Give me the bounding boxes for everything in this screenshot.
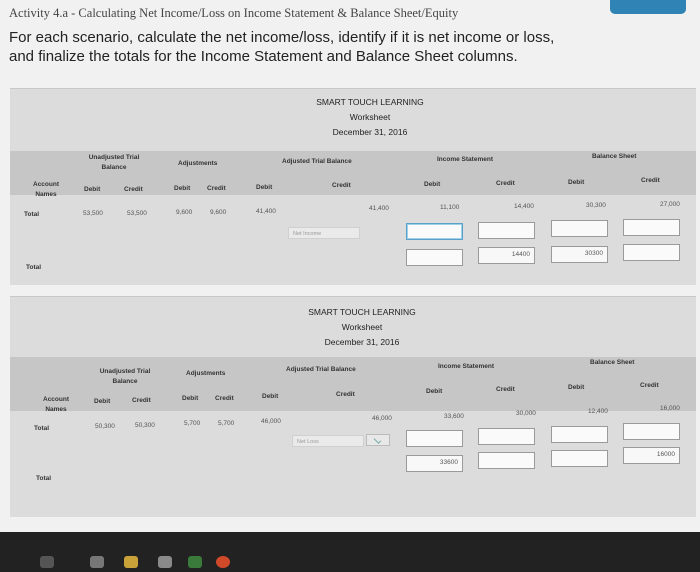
worksheet-date: December 31, 2016 bbox=[324, 337, 400, 347]
adj-credit-header: Credit bbox=[215, 395, 234, 402]
top-right-button[interactable] bbox=[610, 0, 686, 14]
is-credit-final-value: 14400 bbox=[511, 251, 530, 258]
net-select-dropdown[interactable] bbox=[366, 434, 390, 446]
utb-debit-header: Debit bbox=[84, 186, 101, 193]
worksheet-2: SMART TOUCH LEARNING Worksheet December … bbox=[10, 296, 696, 517]
adj-debit-header: Debit bbox=[182, 395, 199, 402]
bs-debit-final-input[interactable] bbox=[551, 450, 608, 467]
total-label: Total bbox=[34, 425, 50, 432]
is-credit-total: 30,000 bbox=[516, 410, 536, 417]
worksheet-title: SMART TOUCH LEARNING Worksheet December … bbox=[272, 305, 452, 350]
group-unadjusted: Unadjusted Trial Balance bbox=[88, 154, 140, 171]
is-debit-net-input[interactable] bbox=[406, 223, 463, 240]
is-credit-net-input[interactable] bbox=[478, 222, 535, 239]
total-label: Total bbox=[24, 211, 40, 218]
adj-debit-header: Debit bbox=[174, 185, 191, 192]
bs-debit-final-value: 30300 bbox=[584, 250, 603, 257]
group-unadjusted: Unadjusted Trial Balance bbox=[99, 368, 151, 385]
is-debit-final-input[interactable] bbox=[406, 249, 463, 266]
bs-credit-header: Credit bbox=[641, 177, 660, 184]
is-debit-total: 33,600 bbox=[444, 413, 464, 420]
browser-icon[interactable] bbox=[216, 556, 230, 568]
group-income-statement: Income Statement bbox=[437, 156, 493, 163]
is-debit-net-input[interactable] bbox=[406, 430, 463, 447]
is-debit-header: Debit bbox=[424, 181, 441, 188]
bs-credit-net-input[interactable] bbox=[623, 423, 680, 440]
bs-credit-final-input[interactable]: 16000 bbox=[623, 447, 680, 464]
bs-credit-final-value: 16000 bbox=[656, 451, 675, 458]
group-adjusted: Adjusted Trial Balance bbox=[282, 158, 352, 165]
final-total-label: Total bbox=[26, 264, 42, 271]
adj-credit-total: 5,700 bbox=[218, 420, 235, 427]
atb-debit-header: Debit bbox=[256, 184, 273, 191]
bs-debit-total: 30,300 bbox=[586, 202, 606, 209]
is-credit-final-input[interactable]: 14400 bbox=[478, 247, 535, 264]
worksheet-date: December 31, 2016 bbox=[332, 127, 408, 137]
final-total-label: Total bbox=[36, 475, 52, 482]
worksheet-title: SMART TOUCH LEARNING Worksheet December … bbox=[280, 95, 460, 140]
company-name: SMART TOUCH LEARNING bbox=[308, 307, 416, 317]
net-loss-select[interactable]: Net Loss bbox=[292, 435, 364, 447]
bs-credit-header: Credit bbox=[640, 382, 659, 389]
utb-credit-header: Credit bbox=[124, 186, 143, 193]
taskbar bbox=[0, 532, 700, 572]
adj-debit-total: 9,600 bbox=[176, 209, 193, 216]
group-balance-sheet: Balance Sheet bbox=[592, 153, 637, 160]
atb-credit-header: Credit bbox=[332, 182, 351, 189]
is-credit-header: Credit bbox=[496, 180, 515, 187]
is-credit-total: 14,400 bbox=[514, 203, 534, 210]
group-adjustments: Adjustments bbox=[186, 370, 226, 377]
atb-debit-total: 46,000 bbox=[261, 418, 281, 425]
calculator-icon[interactable] bbox=[158, 556, 172, 568]
atb-debit-total: 41,400 bbox=[256, 208, 276, 215]
group-balance-sheet: Balance Sheet bbox=[590, 359, 635, 366]
adj-credit-total: 9,600 bbox=[210, 209, 227, 216]
is-debit-header: Debit bbox=[426, 388, 443, 395]
atb-credit-total: 46,000 bbox=[372, 415, 392, 422]
utb-credit-header: Credit bbox=[132, 397, 151, 404]
utb-debit-total: 50,300 bbox=[95, 423, 115, 430]
utb-debit-total: 53,500 bbox=[83, 210, 103, 217]
adj-credit-header: Credit bbox=[207, 185, 226, 192]
company-name: SMART TOUCH LEARNING bbox=[316, 97, 424, 107]
atb-credit-header: Credit bbox=[336, 391, 355, 398]
bs-debit-header: Debit bbox=[568, 179, 585, 186]
store-icon[interactable] bbox=[188, 556, 202, 568]
is-debit-final-value: 33600 bbox=[439, 459, 458, 466]
group-adjustments: Adjustments bbox=[178, 160, 218, 167]
account-names-header: Account Names bbox=[43, 396, 69, 413]
account-names-header: Account Names bbox=[33, 181, 59, 198]
bs-debit-header: Debit bbox=[568, 384, 585, 391]
atb-debit-header: Debit bbox=[262, 393, 279, 400]
utb-credit-total: 50,300 bbox=[135, 422, 155, 429]
is-credit-final-input[interactable] bbox=[478, 452, 535, 469]
bs-debit-total: 12,400 bbox=[588, 408, 608, 415]
bs-debit-net-input[interactable] bbox=[551, 220, 608, 237]
worksheet-label: Worksheet bbox=[349, 112, 391, 122]
worksheet-1: SMART TOUCH LEARNING Worksheet December … bbox=[10, 88, 696, 285]
net-income-select[interactable]: Net Income bbox=[288, 227, 360, 239]
bs-credit-net-input[interactable] bbox=[623, 219, 680, 236]
folder-icon[interactable] bbox=[124, 556, 138, 568]
instructions: For each scenario, calculate the net inc… bbox=[9, 29, 555, 65]
is-credit-net-input[interactable] bbox=[478, 428, 535, 445]
worksheet-label: Worksheet bbox=[341, 322, 383, 332]
app-icon[interactable] bbox=[90, 556, 104, 568]
activity-title: Activity 4.a - Calculating Net Income/Lo… bbox=[9, 6, 459, 20]
adj-debit-total: 5,700 bbox=[184, 420, 201, 427]
atb-credit-total: 41,400 bbox=[369, 205, 389, 212]
bs-debit-final-input[interactable]: 30300 bbox=[551, 246, 608, 263]
utb-credit-total: 53,500 bbox=[127, 210, 147, 217]
is-credit-header: Credit bbox=[496, 386, 515, 393]
group-adjusted: Adjusted Trial Balance bbox=[286, 366, 356, 373]
bs-credit-total: 27,000 bbox=[660, 201, 680, 208]
bs-debit-net-input[interactable] bbox=[551, 426, 608, 443]
is-debit-total: 11,100 bbox=[440, 204, 460, 211]
utb-debit-header: Debit bbox=[94, 398, 111, 405]
bs-credit-final-input[interactable] bbox=[623, 244, 680, 261]
bs-credit-total: 16,000 bbox=[660, 405, 680, 412]
group-income-statement: Income Statement bbox=[438, 363, 494, 370]
is-debit-final-input[interactable]: 33600 bbox=[406, 455, 463, 472]
start-icon[interactable] bbox=[40, 556, 54, 568]
